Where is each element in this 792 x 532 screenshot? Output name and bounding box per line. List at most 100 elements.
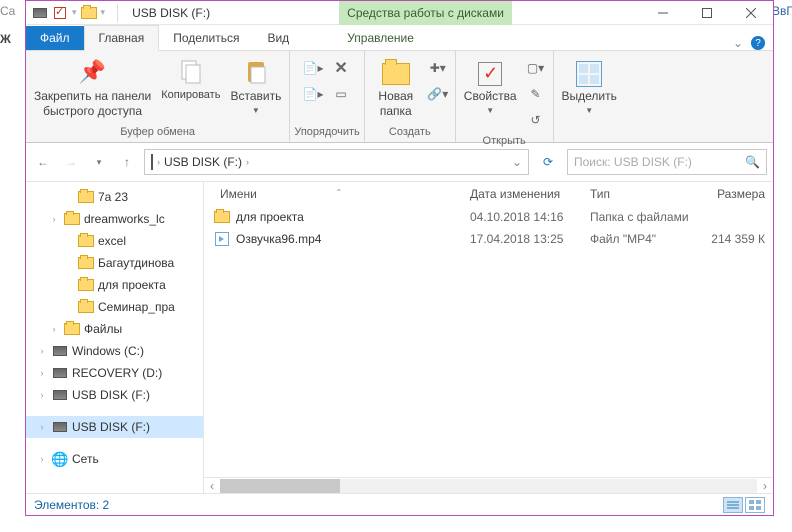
tree-item-label: Сеть [72, 452, 99, 466]
file-type: Папка с файлами [590, 210, 700, 224]
tree-item[interactable]: 7а 23 [26, 186, 203, 208]
refresh-button[interactable]: ⟳ [535, 149, 561, 175]
folder-icon [78, 299, 94, 315]
properties-qat-icon[interactable] [52, 5, 68, 21]
tree-item[interactable]: › 🌐 Сеть [26, 448, 203, 470]
thumbnails-view-button[interactable] [745, 497, 765, 513]
folder-icon [78, 189, 94, 205]
navigation-tree[interactable]: 7а 23›dreamworks_lсexcel Багаутдинова для … [26, 182, 204, 493]
tree-item[interactable]: ›dreamworks_lс [26, 208, 203, 230]
help-icon[interactable]: ? [751, 36, 765, 50]
up-button[interactable]: ↑ [116, 151, 138, 173]
delete-button[interactable]: ✕ [330, 57, 352, 79]
scrollbar-thumb[interactable] [220, 479, 340, 493]
chevron-right-icon[interactable]: › [157, 157, 160, 167]
column-type[interactable]: Тип [584, 183, 694, 205]
move-to-icon: 📄▸ [303, 61, 324, 75]
open-icon: ▢▾ [527, 61, 544, 75]
search-box[interactable]: 🔍 [567, 149, 767, 175]
expand-icon[interactable]: › [36, 454, 48, 464]
tab-share[interactable]: Поделиться [159, 26, 253, 50]
tab-manage[interactable]: Управление [333, 26, 428, 50]
scroll-left-icon[interactable]: ‹ [204, 479, 220, 493]
tab-view[interactable]: Вид [253, 26, 303, 50]
close-button[interactable] [729, 1, 773, 25]
edit-icon: ✎ [530, 87, 540, 101]
column-size[interactable]: Размера [694, 183, 773, 205]
address-segment[interactable]: USB DISK (F:) [164, 155, 242, 169]
tree-item[interactable]: для проекта [26, 274, 203, 296]
horizontal-scrollbar[interactable]: ‹ › [204, 477, 773, 493]
copy-button[interactable]: Копировать [157, 55, 224, 104]
expand-icon[interactable]: › [36, 346, 48, 356]
net-icon: 🌐 [52, 451, 68, 467]
file-name: для проекта [236, 210, 470, 224]
expand-icon[interactable]: › [48, 324, 60, 334]
scroll-right-icon[interactable]: › [757, 479, 773, 493]
file-row[interactable]: Озвучка96.mp417.04.2018 13:25Файл "MP4"2… [204, 228, 773, 250]
move-to-button[interactable]: 📄▸ [302, 57, 324, 79]
tree-item[interactable]: Багаутдинова [26, 252, 203, 274]
properties-button[interactable]: Свойства▼ [460, 55, 521, 119]
search-icon[interactable]: 🔍 [745, 155, 760, 169]
tree-item[interactable]: excel [26, 230, 203, 252]
tree-item-label: Семинар_пра [98, 300, 175, 314]
folder-qat-icon [81, 5, 97, 21]
qat-chevron-icon[interactable]: ▾ [72, 7, 77, 18]
back-button[interactable]: ← [32, 151, 54, 173]
maximize-button[interactable] [685, 1, 729, 25]
tree-item[interactable]: ›RECOVERY (D:) [26, 362, 203, 384]
refresh-icon: ⟳ [543, 155, 553, 169]
expand-icon[interactable]: › [36, 390, 48, 400]
folder-icon [78, 233, 94, 249]
video-icon [214, 231, 230, 247]
history-button[interactable]: ↺ [525, 109, 547, 131]
recent-locations-button[interactable]: ▾ [88, 151, 110, 173]
thumbnails-view-icon [749, 500, 761, 510]
drive-icon [52, 419, 68, 435]
file-row[interactable]: для проекта04.10.2018 14:16Папка с файла… [204, 206, 773, 228]
tab-home[interactable]: Главная [84, 25, 160, 51]
rename-button[interactable]: ▭ [330, 83, 352, 105]
search-input[interactable] [574, 155, 745, 169]
history-icon: ↺ [530, 113, 540, 127]
chevron-down-icon: ⌄ [512, 155, 522, 169]
minimize-button[interactable] [641, 1, 685, 25]
expand-icon[interactable]: › [36, 368, 48, 378]
expand-icon[interactable]: › [48, 214, 60, 224]
details-view-button[interactable] [723, 497, 743, 513]
qat-dropdown-icon[interactable]: ▾ [101, 7, 106, 18]
close-icon [746, 8, 756, 18]
new-folder-button[interactable]: Новаяпапка [369, 55, 423, 121]
easy-access-icon: 🔗▾ [427, 87, 448, 101]
forward-button[interactable]: → [60, 151, 82, 173]
edit-button[interactable]: ✎ [525, 83, 547, 105]
tree-item[interactable]: Семинар_пра [26, 296, 203, 318]
new-item-button[interactable]: ✚▾ [427, 57, 449, 79]
file-size: 214 359 К [700, 232, 773, 246]
tree-item-label: для проекта [98, 278, 166, 292]
address-bar[interactable]: › USB DISK (F:) › ⌄ [144, 149, 529, 175]
pin-quick-access-button[interactable]: 📌 Закрепить на панелибыстрого доступа [30, 55, 155, 121]
tree-item[interactable]: ›USB DISK (F:) [26, 384, 203, 406]
ribbon-expand-icon[interactable]: ⌄ [733, 36, 743, 50]
chevron-down-icon: ▼ [585, 106, 593, 115]
select-button[interactable]: Выделить▼ [558, 55, 621, 119]
tree-item-label: excel [98, 234, 126, 248]
new-item-icon: ✚▾ [430, 61, 446, 75]
copy-to-button[interactable]: 📄▸ [302, 83, 324, 105]
tab-file[interactable]: Файл [26, 26, 84, 50]
open-button[interactable]: ▢▾ [525, 57, 547, 79]
tree-item[interactable]: ›Файлы [26, 318, 203, 340]
explorer-window: ▾ ▾ USB DISK (F:) Средства работы с диск… [25, 0, 774, 516]
chevron-right-icon[interactable]: › [246, 157, 249, 167]
tree-item[interactable]: ›USB DISK (F:) [26, 416, 203, 438]
address-dropdown[interactable]: ⌄ [506, 155, 528, 169]
column-date[interactable]: Дата изменения [464, 183, 584, 205]
group-select: Выделить▼ [554, 51, 625, 142]
expand-icon[interactable]: › [36, 422, 48, 432]
tree-item[interactable]: ›Windows (C:) [26, 340, 203, 362]
column-name[interactable]: Имени ˆ [214, 183, 464, 205]
easy-access-button[interactable]: 🔗▾ [427, 83, 449, 105]
paste-button[interactable]: Вставить▼ [226, 55, 285, 119]
